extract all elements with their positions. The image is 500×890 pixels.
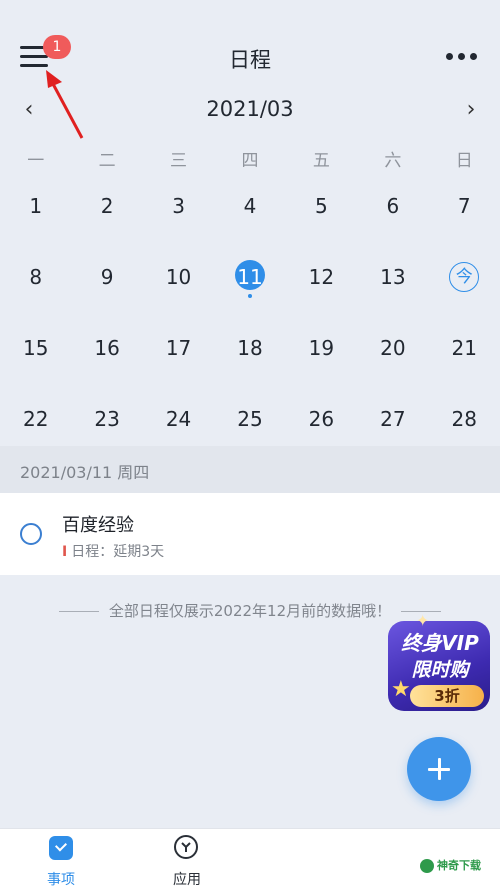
calendar-day[interactable]: 5 — [286, 186, 357, 226]
tab-apps[interactable]: 应用 — [152, 829, 222, 890]
vip-promo-title: 终身VIP — [401, 631, 479, 655]
weekday-label: 二 — [98, 151, 116, 171]
event-title: 百度经验 — [62, 515, 134, 536]
today-button[interactable]: 今 — [429, 257, 500, 297]
today-icon: 今 — [449, 262, 480, 292]
watermark-icon — [420, 859, 434, 873]
calendar-day[interactable]: 2 — [71, 186, 142, 226]
calendar-day[interactable]: 4 — [214, 186, 285, 226]
calendar-day[interactable]: 28 — [429, 399, 500, 439]
calendar-day[interactable]: 26 — [286, 399, 357, 439]
more-options-button[interactable] — [446, 52, 478, 62]
event-delay-text: 日程：延期3天 — [71, 544, 165, 560]
watermark-text: 神奇下载 — [437, 859, 481, 872]
vip-promo-badge[interactable]: ✦ 终身VIP 限时购 3折 ★ — [388, 611, 492, 713]
selected-date-header: 2021/03/11 周四 — [0, 446, 500, 493]
event-item[interactable]: 百度经验 I 日程：延期3天 — [0, 493, 500, 575]
selected-day-label: 11 — [237, 265, 263, 289]
event-subtitle: I 日程：延期3天 — [62, 541, 164, 561]
weekday-label: 四 — [241, 151, 259, 171]
calendar-day[interactable]: 23 — [71, 399, 142, 439]
weekday-label: 五 — [312, 151, 330, 171]
more-icon-dot — [470, 53, 477, 60]
calendar-day[interactable]: 15 — [0, 328, 71, 368]
selected-date-label: 2021/03/11 周四 — [20, 463, 150, 482]
calendar-day[interactable]: 7 — [429, 186, 500, 226]
calendar-day[interactable]: 19 — [286, 328, 357, 368]
notice-text: 全部日程仅展示2022年12月前的数据哦！ — [108, 602, 392, 620]
delay-marker-icon: I — [62, 544, 68, 560]
calendar-day[interactable]: 27 — [357, 399, 428, 439]
month-label[interactable]: 2021/03 — [0, 97, 500, 121]
calendar-day[interactable]: 9 — [71, 257, 142, 297]
week-row: 1 2 3 4 5 6 7 — [0, 186, 500, 257]
calendar-day[interactable]: 20 — [357, 328, 428, 368]
month-navigation: ‹ 2021/03 › — [0, 95, 500, 131]
calendar-day[interactable]: 21 — [429, 328, 500, 368]
add-event-button[interactable] — [407, 737, 471, 801]
weekday-header: 一 二 三 四 五 六 日 — [0, 146, 500, 174]
calendar-day[interactable]: 8 — [0, 257, 71, 297]
calendar-day[interactable]: 25 — [214, 399, 285, 439]
next-month-button[interactable]: › — [456, 97, 486, 122]
app-header: 1 日程 — [0, 0, 500, 139]
tab-events-label: 事项 — [47, 872, 75, 888]
week-row: 8 9 10 11 12 13 今 — [0, 257, 500, 328]
calendar-day-selected[interactable]: 11 — [214, 257, 285, 298]
tab-events[interactable]: 事项 — [26, 829, 96, 890]
tab-apps-label: 应用 — [173, 872, 201, 888]
calendar-day[interactable]: 6 — [357, 186, 428, 226]
checkbox-icon — [49, 836, 73, 860]
calendar-day[interactable]: 17 — [143, 328, 214, 368]
calendar-day[interactable]: 3 — [143, 186, 214, 226]
calendar-day[interactable]: 10 — [143, 257, 214, 297]
watermark-logo: 神奇下载 — [420, 857, 496, 881]
weekday-label: 六 — [384, 151, 402, 171]
calendar-day[interactable]: 22 — [0, 399, 71, 439]
weekday-label: 三 — [170, 151, 188, 171]
week-row: 15 16 17 18 19 20 21 — [0, 328, 500, 399]
page-title: 日程 — [229, 48, 271, 72]
apps-icon — [174, 835, 198, 859]
vip-discount-label: 3折 — [410, 685, 484, 707]
event-dot-icon — [247, 294, 252, 298]
calendar-day[interactable]: 1 — [0, 186, 71, 226]
more-icon-dot — [458, 53, 465, 60]
weekday-label: 日 — [455, 151, 473, 171]
calendar-day[interactable]: 13 — [357, 257, 428, 297]
calendar-day[interactable]: 18 — [214, 328, 285, 368]
star-icon: ★ — [391, 677, 411, 702]
calendar-day[interactable]: 12 — [286, 257, 357, 297]
weekday-label: 一 — [27, 151, 45, 171]
complete-checkbox[interactable] — [20, 523, 42, 545]
calendar-day[interactable]: 24 — [143, 399, 214, 439]
more-icon — [446, 53, 453, 60]
divider — [58, 611, 99, 612]
calendar-day[interactable]: 16 — [71, 328, 142, 368]
